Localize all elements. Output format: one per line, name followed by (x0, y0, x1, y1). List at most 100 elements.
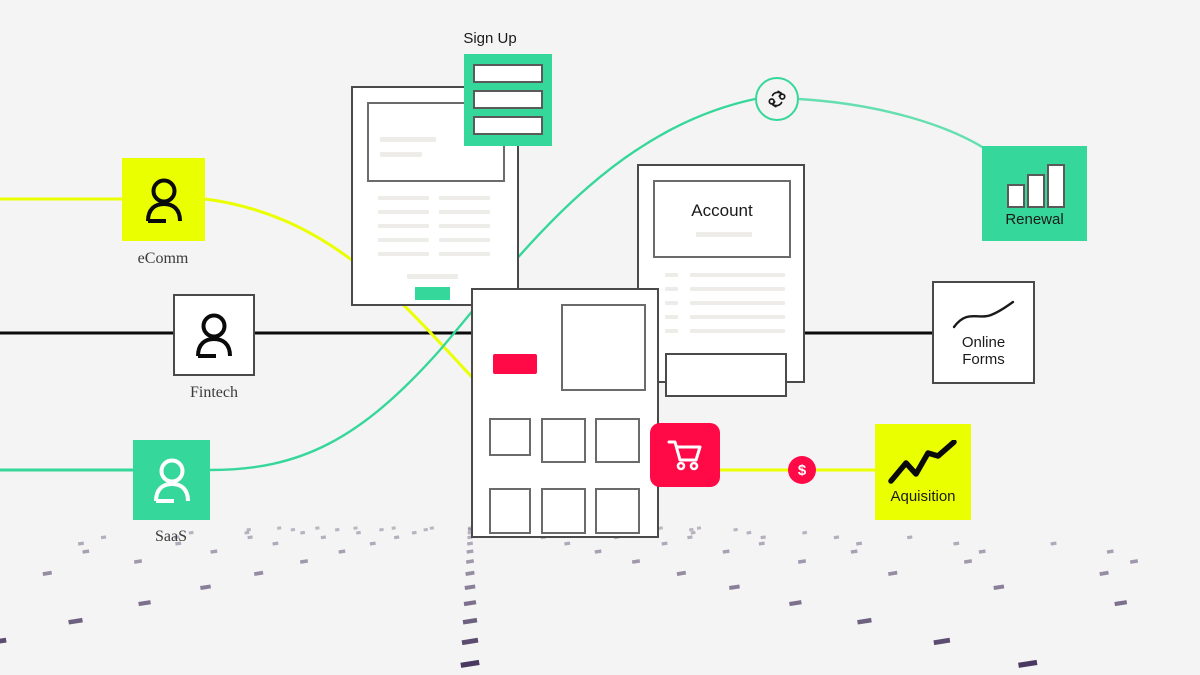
grid-dash (564, 541, 571, 546)
dollar-icon: $ (797, 461, 807, 479)
placeholder-line (378, 224, 429, 228)
node-aquisition[interactable]: Aquisition (875, 424, 971, 520)
placeholder-line (439, 252, 490, 256)
grid-dash (379, 527, 384, 532)
grid-dash (138, 600, 151, 607)
grid-dash (300, 530, 306, 535)
grid-dash (276, 526, 282, 530)
placeholder-line (378, 210, 429, 214)
signup-field-2[interactable] (473, 90, 543, 109)
grid-dash (978, 549, 986, 554)
grid-dash (906, 535, 913, 540)
row-value (690, 301, 785, 305)
product-tile[interactable] (595, 488, 640, 534)
grid-dash (690, 530, 696, 535)
grid-dash (200, 584, 212, 590)
grid-dash (789, 600, 802, 607)
placeholder-line (439, 196, 490, 200)
sync-arrows-icon (768, 90, 786, 108)
grid-dash (355, 530, 361, 535)
grid-dash (465, 570, 475, 576)
document-column (439, 196, 490, 256)
product-tile[interactable] (541, 488, 586, 534)
signup-field-1[interactable] (473, 64, 543, 83)
illustration-canvas: eComm Fintech SaaS Renewal Online Forms … (0, 0, 1200, 675)
node-fintech[interactable] (173, 294, 255, 376)
node-fintech-label: Fintech (190, 384, 238, 401)
grid-dash (338, 549, 346, 554)
node-aquisition-label: Aquisition (890, 487, 956, 505)
grid-dash (594, 549, 602, 554)
user-icon (196, 313, 232, 358)
grid-dash (334, 527, 340, 532)
grid-dash (0, 637, 7, 644)
grid-dash (1106, 549, 1114, 554)
grid-dash (1099, 570, 1109, 576)
product-tile[interactable] (541, 418, 586, 463)
row-label (665, 301, 678, 305)
node-online-forms-label-line2: Forms (962, 350, 1005, 368)
account-detail-row (665, 273, 785, 277)
grid-dash (460, 659, 480, 668)
grid-dash (466, 541, 474, 546)
grid-dash (210, 549, 218, 554)
node-saas[interactable] (133, 440, 210, 520)
account-panel[interactable]: Account (637, 164, 805, 397)
signup-form[interactable] (464, 54, 552, 146)
account-detail-row (665, 329, 785, 333)
product-grid-panel[interactable] (471, 288, 659, 538)
node-renewal-label: Renewal (1005, 211, 1064, 228)
grid-dash (272, 541, 279, 546)
node-renewal[interactable]: Renewal (982, 146, 1087, 241)
product-tile[interactable] (489, 418, 531, 456)
grid-dash (244, 530, 250, 535)
account-detail-rows (665, 273, 785, 333)
node-online-forms[interactable]: Online Forms (932, 281, 1035, 384)
account-detail-row (665, 301, 785, 305)
placeholder-line (380, 137, 436, 142)
grid-dash (299, 559, 309, 564)
grid-dash (253, 570, 264, 576)
node-saas-label: SaaS (155, 528, 187, 545)
row-label (665, 273, 678, 277)
shopping-cart-button[interactable] (650, 423, 720, 487)
grid-dash (631, 559, 641, 564)
trend-curve-icon (952, 300, 1014, 328)
product-hero-tile[interactable] (561, 304, 646, 391)
product-tile[interactable] (595, 418, 640, 463)
account-panel-title: Account (691, 201, 753, 220)
account-footer-box (665, 353, 787, 397)
sync-node[interactable] (755, 77, 799, 121)
grid-dash (391, 526, 396, 530)
product-tile[interactable] (489, 488, 531, 534)
row-value (690, 329, 785, 333)
grid-dash (802, 530, 808, 535)
grid-dash (733, 527, 738, 532)
grid-dash (320, 535, 327, 540)
signup-field-3[interactable] (473, 116, 543, 135)
document-column (378, 196, 429, 256)
document-cta-button[interactable] (415, 287, 450, 300)
grid-dash (687, 535, 693, 540)
dollar-badge[interactable]: $ (788, 456, 816, 484)
placeholder-line (378, 238, 429, 242)
document-footer-line (407, 274, 458, 279)
grid-dash (963, 559, 973, 564)
placeholder-line (378, 252, 429, 256)
grid-dash (466, 549, 474, 554)
grid-dash (758, 541, 765, 546)
grid-dash (797, 559, 807, 564)
row-value (690, 287, 785, 291)
grid-dash (188, 530, 194, 535)
grid-dash (1129, 559, 1139, 564)
grid-dash (658, 526, 664, 530)
node-ecomm[interactable] (122, 158, 205, 241)
grid-dash (133, 559, 143, 564)
grid-dash (462, 617, 478, 625)
grid-dash (728, 584, 740, 590)
grid-dash (247, 535, 253, 540)
grid-dash (933, 637, 951, 646)
grid-dash (290, 527, 296, 532)
node-online-forms-label-line1: Online (961, 333, 1006, 351)
row-value (690, 273, 785, 277)
